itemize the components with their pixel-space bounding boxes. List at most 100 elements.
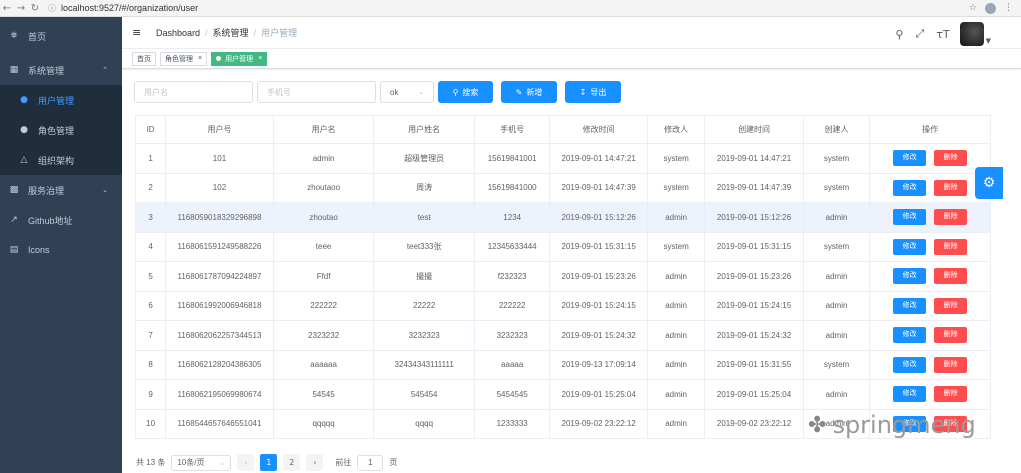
export-button[interactable]: ↧ 导出 [565, 81, 621, 103]
prev-page-button[interactable]: ‹ [237, 454, 255, 471]
phone-placeholder: 手机号 [267, 87, 291, 97]
table-cell: 1168061992006946818 [165, 291, 274, 321]
table-cell: zhoutaoo [273, 173, 375, 203]
delete-button[interactable]: 删除 [934, 327, 968, 344]
edit-button[interactable]: 修改 [893, 297, 927, 314]
edit-button[interactable]: 修改 [893, 209, 927, 226]
watermark-text: springmeng [832, 411, 976, 439]
table-cell: 2019-09-01 15:25:04 [704, 379, 804, 410]
add-button[interactable]: ✎ 新增 [501, 81, 557, 103]
table-row: 5 1168061787094224897 Ffdf 撮撮 f232323 2019-09… [134, 261, 991, 292]
tag-roles[interactable]: 角色管理 × [160, 51, 208, 66]
table-cell: 3 [134, 202, 167, 233]
col-created-by: 创建人 [803, 115, 871, 144]
sidebar-item-roles[interactable]: ● 角色管理 [0, 115, 122, 145]
delete-button[interactable]: 删除 [934, 297, 968, 314]
edit-button[interactable]: 修改 [893, 356, 927, 373]
sidebar-item-org[interactable]: △ 组织架构 [0, 145, 122, 175]
search-button[interactable]: ⚲ 搜索 [438, 81, 493, 103]
edit-icon: ✎ [515, 87, 523, 97]
table-row: 3 1168059018329296898 zhoutao test 1234 2019-… [134, 202, 991, 233]
close-icon[interactable]: × [258, 55, 262, 62]
table-cell: 15619841000 [474, 173, 551, 203]
info-icon[interactable]: ⓘ [48, 3, 56, 14]
edit-button[interactable]: 修改 [893, 268, 927, 285]
goto-page-input[interactable]: 1 [357, 454, 384, 471]
username-input[interactable]: 用户名 [134, 81, 253, 103]
status-select[interactable]: ok ⌄ [380, 81, 434, 103]
breadcrumb: Dashboard / 系统管理 / 用户管理 [156, 26, 297, 39]
edit-button[interactable]: 修改 [893, 238, 927, 255]
table-cell: 2019-09-01 14:47:39 [704, 173, 804, 203]
sidebar-item-system[interactable]: ▦ 系统管理 ⌃ [0, 55, 122, 85]
table-cell: admin [647, 291, 706, 321]
table-cell: 2019-09-01 14:47:21 [549, 143, 648, 174]
breadcrumb-dashboard[interactable]: Dashboard [156, 28, 200, 38]
table-cell: 32434343111111 [373, 350, 475, 380]
table-cell: 1233333 [474, 409, 551, 439]
profile-icon[interactable] [985, 2, 996, 14]
page-1-button[interactable]: 1 [260, 454, 278, 471]
goto-label: 前往 [335, 458, 352, 467]
sidebar-item-github[interactable]: ↗ Github地址 [0, 205, 122, 235]
table-row: 9 1168062195069980674 54545 545454 5454545 20… [134, 379, 991, 410]
star-icon[interactable]: ☆ [969, 3, 977, 13]
edit-button[interactable]: 修改 [893, 150, 927, 167]
sidebar-item-service[interactable]: ▩ 服务治理 ⌄ [0, 175, 122, 205]
gear-icon: ⚙ [982, 175, 996, 191]
next-page-button[interactable]: › [306, 454, 324, 471]
table-cell: 2019-09-02 23:22:12 [704, 409, 804, 439]
table-cell: system [803, 173, 871, 203]
caret-down-icon[interactable]: ▼ [986, 37, 991, 45]
tag-users[interactable]: 用户管理 × [211, 51, 268, 66]
dashboard-icon: ⛯ [10, 31, 18, 41]
table-cell: 2019-09-01 14:47:39 [549, 173, 648, 203]
table-cell: qqqq [373, 409, 475, 439]
edit-button[interactable]: 修改 [893, 327, 927, 344]
table-cell: 2019-09-01 15:24:15 [549, 291, 648, 321]
active-dot-icon [216, 56, 222, 61]
breadcrumb-system[interactable]: 系统管理 [213, 26, 249, 39]
avatar[interactable] [959, 22, 984, 46]
sidebar-item-home[interactable]: ⛯ 首页 [0, 17, 122, 55]
back-icon[interactable]: ← [0, 3, 14, 14]
edit-button[interactable]: 修改 [893, 386, 927, 403]
font-size-icon[interactable]: τT [936, 28, 949, 41]
kebab-menu-icon[interactable]: ⋮ [1004, 3, 1013, 13]
page-size-select[interactable]: 10条/页 ⌄ [171, 454, 232, 471]
sidebar-item-icons[interactable]: ▤ Icons [0, 235, 122, 265]
delete-button[interactable]: 删除 [934, 179, 968, 196]
delete-button[interactable]: 删除 [934, 150, 968, 167]
actions-cell: 修改 删除 [869, 202, 991, 233]
fullscreen-icon[interactable]: ⤢ [915, 27, 924, 41]
address-bar[interactable]: ⓘ localhost:9527/#/organization/user [48, 2, 969, 15]
goto-suffix: 页 [389, 458, 398, 467]
reload-icon[interactable]: ↻ [28, 3, 42, 14]
table-cell: f232323 [474, 261, 551, 292]
delete-button[interactable]: 删除 [934, 209, 968, 226]
hamburger-icon[interactable]: ≡ [132, 26, 144, 39]
table-cell: 2019-09-01 15:25:04 [549, 379, 648, 410]
delete-button[interactable]: 删除 [934, 356, 968, 373]
sidebar-item-users[interactable]: ● 用户管理 [0, 85, 122, 115]
table-row: 6 1168061992006946818 222222 22222 222222 201… [134, 291, 991, 321]
delete-button[interactable]: 删除 [934, 386, 968, 403]
edit-button[interactable]: 修改 [893, 179, 927, 196]
tag-label: 用户管理 [225, 55, 254, 63]
table-cell: 101 [165, 143, 274, 174]
browser-toolbar: ← → ↻ ⓘ localhost:9527/#/organization/us… [0, 0, 1021, 17]
close-icon[interactable]: × [198, 55, 202, 62]
page-2-button[interactable]: 2 [283, 454, 301, 471]
table-cell: 2 [134, 173, 167, 203]
grid-icon: ▦ [9, 65, 19, 75]
phone-input[interactable]: 手机号 [257, 81, 376, 103]
table-cell: teee [273, 232, 375, 262]
search-icon[interactable]: ⚲ [895, 28, 903, 41]
delete-button[interactable]: 删除 [934, 238, 968, 255]
forward-icon[interactable]: → [14, 3, 28, 14]
settings-gear-button[interactable]: ⚙ [975, 167, 1003, 199]
chevron-down-icon: ⌄ [219, 458, 226, 467]
sidebar-item-label: Github地址 [28, 215, 73, 226]
tag-home[interactable]: 首页 [132, 51, 156, 66]
delete-button[interactable]: 删除 [934, 268, 968, 285]
